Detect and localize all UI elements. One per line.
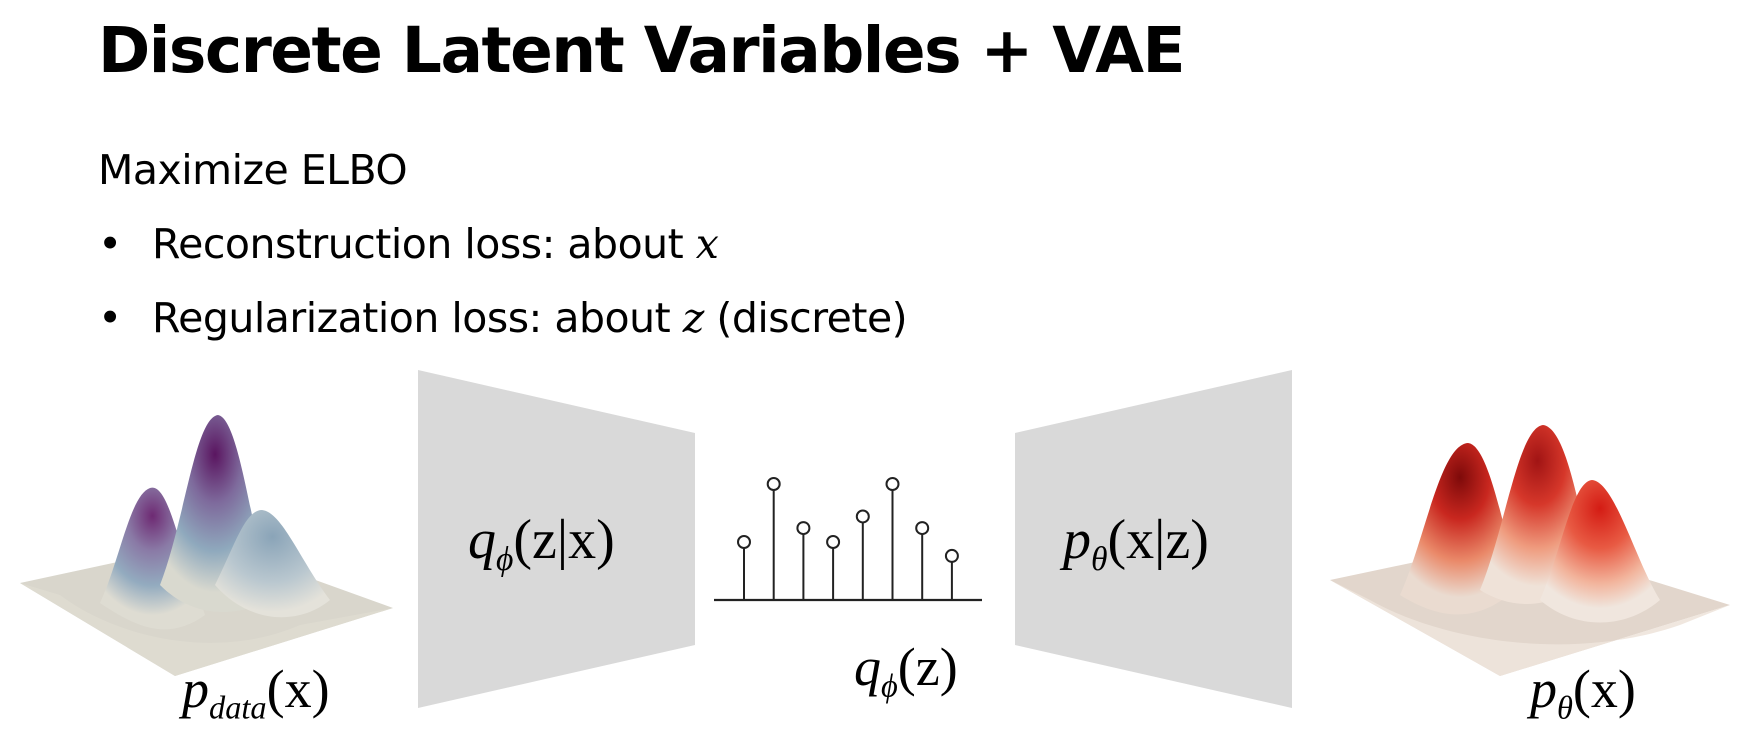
stem-marker: [885, 477, 900, 491]
decoder-fn: p: [1063, 509, 1091, 571]
model-label: pθ(x): [1530, 658, 1636, 727]
stem-marker: [796, 521, 811, 536]
model-fn: p: [1530, 659, 1557, 719]
stem-marker: [944, 548, 959, 563]
data-args: (x): [266, 659, 330, 719]
model-args: (x): [1572, 659, 1636, 719]
prior-fn: q: [854, 637, 881, 697]
encoder-sub: ϕ: [496, 540, 514, 578]
data-fn: p: [182, 659, 209, 719]
data-label: pdata(x): [182, 658, 330, 727]
stem-marker: [766, 477, 781, 491]
latent-stem-plot: [714, 477, 982, 602]
encoder-label: qϕ(z|x): [468, 508, 615, 579]
decoder-label: pθ(x|z): [1063, 508, 1209, 579]
stem-marker: [826, 535, 841, 549]
encoder-fn: q: [468, 509, 496, 571]
model-sub: θ: [1557, 690, 1573, 727]
stem-marker: [855, 509, 870, 524]
prior-sub: ϕ: [881, 668, 898, 705]
stem-marker: [737, 535, 751, 549]
stem-marker: [915, 521, 930, 536]
data-sub: data: [209, 690, 267, 727]
encoder-args: (z|x): [513, 509, 615, 571]
model-distribution-surface: [1330, 425, 1730, 676]
data-distribution-surface: [20, 415, 393, 676]
prior-args: (z): [897, 637, 958, 697]
decoder-args: (x|z): [1107, 509, 1209, 571]
decoder-sub: θ: [1091, 540, 1108, 578]
prior-label: qϕ(z): [854, 636, 958, 705]
